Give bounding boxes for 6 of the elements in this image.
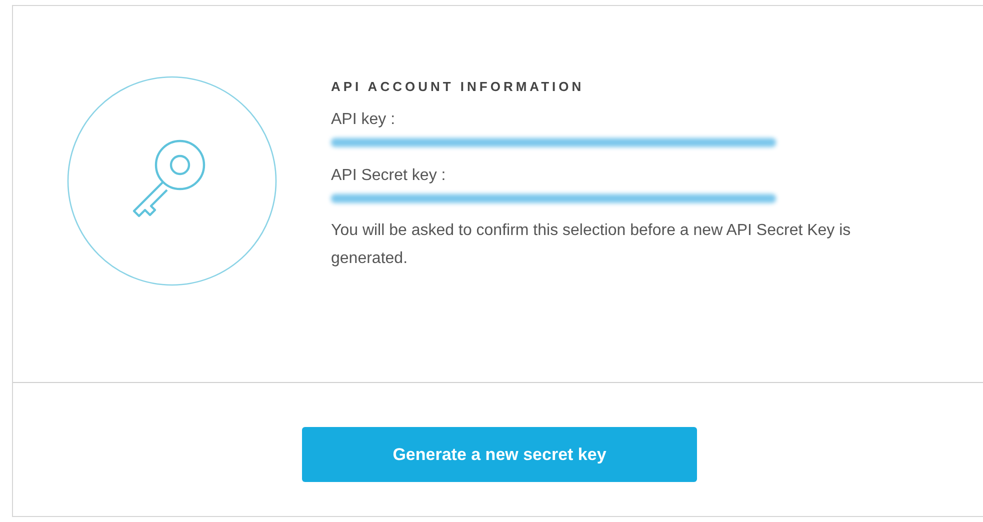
field-label: API key : <box>331 111 396 129</box>
confirmation-note: You will be asked to confirm this selection before a new API Secret Key is generated. <box>331 221 852 269</box>
generate-key-button[interactable]: Generate a new secret key <box>302 427 697 482</box>
section-heading: API ACCOUNT INFORMATION <box>331 79 584 94</box>
field-label: API Secret key : <box>331 167 446 185</box>
key-icon <box>66 75 278 287</box>
